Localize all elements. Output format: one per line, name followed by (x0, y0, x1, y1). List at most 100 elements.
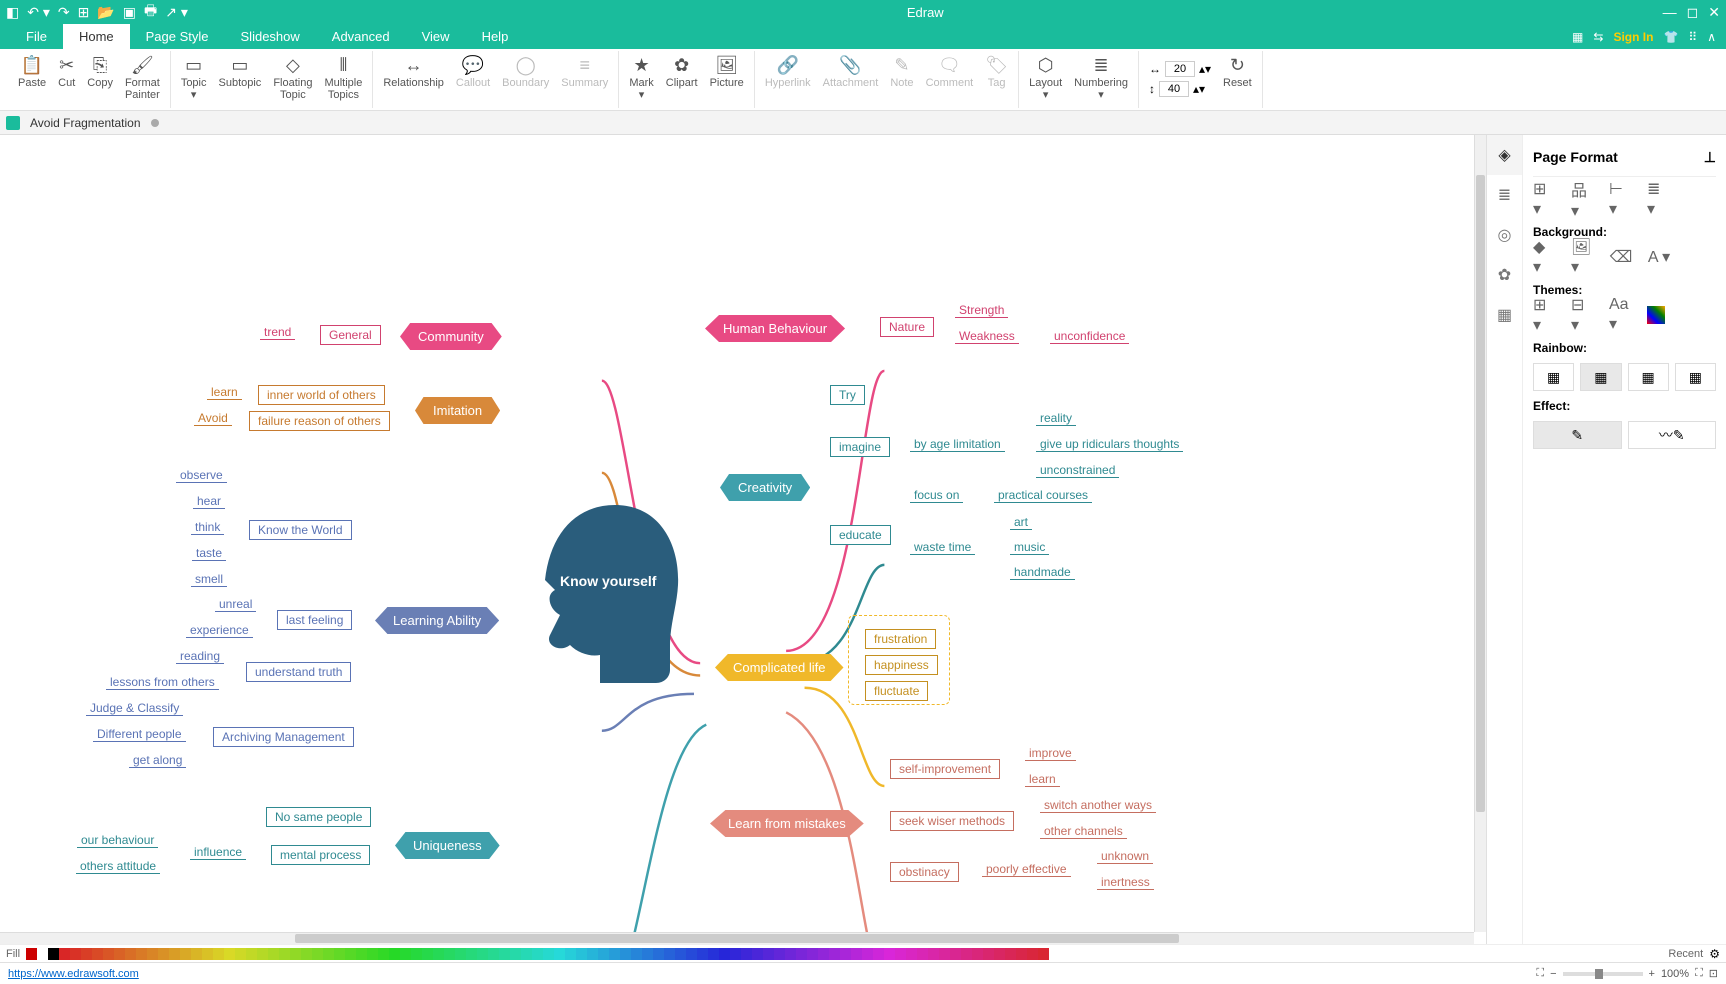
reset-button[interactable]: ↻Reset (1217, 55, 1258, 89)
bg-fill[interactable]: ◆ ▾ (1533, 245, 1557, 269)
color-swatch[interactable] (895, 948, 906, 960)
color-swatch[interactable] (653, 948, 664, 960)
node-getalong[interactable]: get along (129, 753, 186, 768)
color-swatch[interactable] (301, 948, 312, 960)
effect-flat[interactable]: ✎ (1533, 421, 1622, 449)
color-swatch[interactable] (1027, 948, 1038, 960)
focus-icon[interactable]: ⊡ (1709, 967, 1718, 980)
paste-button[interactable]: 📋Paste (12, 55, 52, 89)
color-swatch[interactable] (499, 948, 510, 960)
color-swatch[interactable] (422, 948, 433, 960)
hspace-input[interactable] (1165, 61, 1195, 77)
node-learn[interactable]: learn (207, 385, 242, 400)
color-swatch[interactable] (400, 948, 411, 960)
node-unreal[interactable]: unreal (215, 597, 256, 612)
relationship-button[interactable]: ↔Relationship (377, 55, 450, 89)
color-swatch[interactable] (125, 948, 136, 960)
hyperlink-button[interactable]: 🔗Hyperlink (759, 55, 817, 89)
color-swatch[interactable] (851, 948, 862, 960)
multiple-topics-button[interactable]: ⫴MultipleTopics (318, 55, 368, 101)
node-judge[interactable]: Judge & Classify (86, 701, 183, 716)
node-know-world[interactable]: Know the World (249, 520, 352, 540)
shirt-icon[interactable]: 👕 (1663, 30, 1678, 44)
color-swatch[interactable] (92, 948, 103, 960)
node-reading[interactable]: reading (176, 649, 224, 664)
color-swatch[interactable] (983, 948, 994, 960)
node-think[interactable]: think (191, 520, 224, 535)
node-byage[interactable]: by age limitation (910, 437, 1005, 452)
color-swatch[interactable] (455, 948, 466, 960)
node-fluctuate[interactable]: fluctuate (865, 681, 928, 701)
color-swatch[interactable] (807, 948, 818, 960)
recent-picker-icon[interactable]: ⚙ (1709, 947, 1720, 961)
color-swatch[interactable] (774, 948, 785, 960)
color-swatch[interactable] (356, 948, 367, 960)
theme-2[interactable]: ⊟ ▾ (1571, 303, 1595, 327)
menu-slideshow[interactable]: Slideshow (225, 24, 316, 49)
fullscreen-icon[interactable]: ⛶ (1695, 967, 1703, 980)
redo-icon[interactable]: ↷ (58, 4, 70, 21)
rainbow-4[interactable]: ▦ (1675, 363, 1716, 391)
node-inertness[interactable]: inertness (1097, 875, 1154, 890)
node-trend[interactable]: trend (260, 325, 295, 340)
color-swatch[interactable] (730, 948, 741, 960)
format-painter-button[interactable]: 🖌FormatPainter (119, 55, 166, 101)
color-swatch[interactable] (818, 948, 829, 960)
node-imitation[interactable]: Imitation (415, 397, 500, 424)
node-understand[interactable]: understand truth (246, 662, 351, 682)
node-giveup[interactable]: give up ridiculars thoughts (1036, 437, 1183, 452)
comment-button[interactable]: 🗨Comment (920, 55, 980, 89)
color-swatch[interactable] (312, 948, 323, 960)
color-swatch[interactable] (1005, 948, 1016, 960)
node-imagine[interactable]: imagine (830, 437, 890, 457)
vertical-scrollbar[interactable] (1474, 135, 1486, 932)
hspace-spinner[interactable]: ▴▾ (1199, 62, 1211, 76)
node-handmade[interactable]: handmade (1010, 565, 1075, 580)
color-swatch[interactable] (114, 948, 125, 960)
node-last-feeling[interactable]: last feeling (277, 610, 352, 630)
color-swatch[interactable] (180, 948, 191, 960)
node-seek[interactable]: seek wiser methods (890, 811, 1014, 831)
clipart-button[interactable]: ✿Clipart (660, 55, 704, 89)
color-swatch[interactable] (26, 948, 37, 960)
color-swatch[interactable] (334, 948, 345, 960)
close-icon[interactable]: ✕ (1708, 4, 1720, 21)
maximize-icon[interactable]: ◻ (1687, 4, 1699, 21)
node-unknown[interactable]: unknown (1097, 849, 1153, 864)
color-swatch[interactable] (367, 948, 378, 960)
export-icon[interactable]: ↗ ▾ (165, 4, 188, 21)
color-swatch[interactable] (829, 948, 840, 960)
copy-button[interactable]: ⎘Copy (81, 55, 119, 89)
layout-style-3[interactable]: ⊢ ▾ (1609, 187, 1633, 211)
node-improve[interactable]: improve (1025, 746, 1076, 761)
mark-button[interactable]: ★Mark▾ (623, 55, 659, 101)
node-learn2[interactable]: learn (1025, 772, 1060, 787)
color-swatch[interactable] (741, 948, 752, 960)
color-swatch[interactable] (785, 948, 796, 960)
node-learning[interactable]: Learning Ability (375, 607, 499, 634)
color-swatch[interactable] (906, 948, 917, 960)
color-swatch[interactable] (686, 948, 697, 960)
panel-tab-outline[interactable]: ≣ (1487, 175, 1522, 215)
apps-icon[interactable]: ⠿ (1688, 30, 1697, 44)
node-creativity[interactable]: Creativity (720, 474, 810, 501)
node-general[interactable]: General (320, 325, 381, 345)
layout-style-1[interactable]: ⊞ ▾ (1533, 187, 1557, 211)
color-swatch[interactable] (70, 948, 81, 960)
note-button[interactable]: ✎Note (884, 55, 919, 89)
color-swatch[interactable] (433, 948, 444, 960)
cut-button[interactable]: ✂Cut (52, 55, 81, 89)
undo-icon[interactable]: ↶ ▾ (27, 4, 50, 21)
color-swatch[interactable] (939, 948, 950, 960)
color-swatch[interactable] (279, 948, 290, 960)
color-swatch[interactable] (554, 948, 565, 960)
color-swatch[interactable] (444, 948, 455, 960)
panel-tab-style[interactable]: ◎ (1487, 215, 1522, 255)
panel-pin-icon[interactable]: ⊥ (1704, 149, 1716, 166)
color-swatch[interactable] (675, 948, 686, 960)
color-swatch[interactable] (235, 948, 246, 960)
node-uniqueness[interactable]: Uniqueness (395, 832, 500, 859)
tag-button[interactable]: 🏷Tag (979, 55, 1014, 89)
node-mental[interactable]: mental process (271, 845, 370, 865)
color-swatch[interactable] (169, 948, 180, 960)
